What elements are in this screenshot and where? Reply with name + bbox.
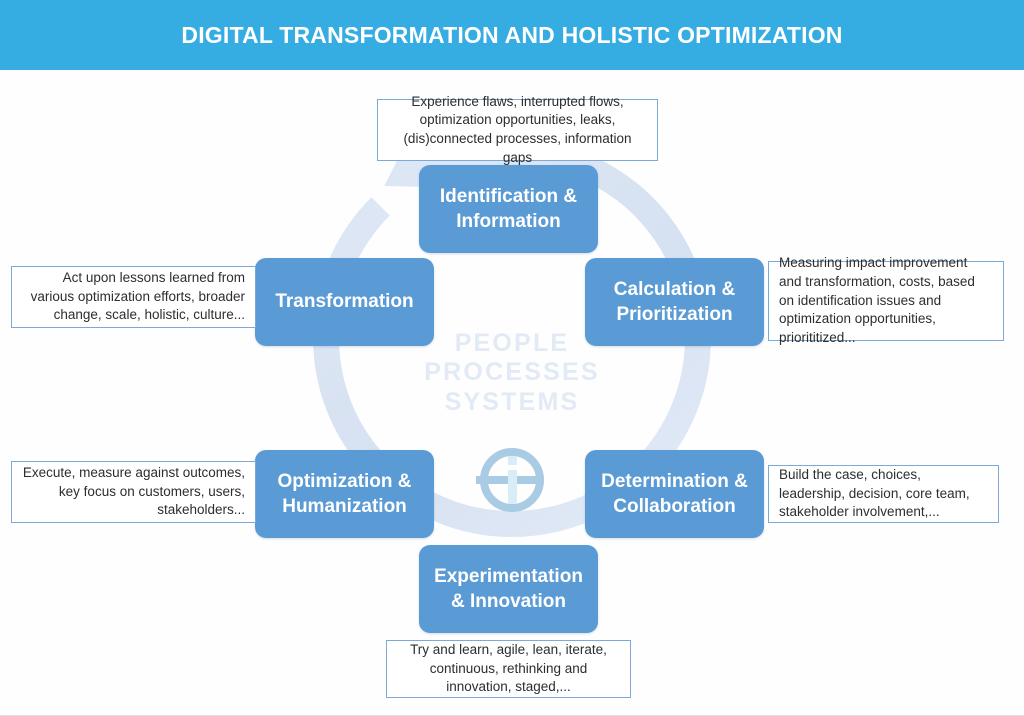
stage-label: Transformation <box>275 291 414 313</box>
description-box-experimentation: Try and learn, agile, lean, iterate, con… <box>386 640 631 698</box>
diagram-page: DIGITAL TRANSFORMATION AND HOLISTIC OPTI… <box>0 0 1024 716</box>
stage-label: Experimentation & Innovation <box>434 565 583 612</box>
description-text: Build the case, choices, leadership, dec… <box>779 467 970 520</box>
stage-box-determination[interactable]: Determination & Collaboration <box>585 450 764 538</box>
description-text: Measuring impact improvement and transfo… <box>779 255 975 345</box>
stage-label: Optimization & Humanization <box>277 470 412 517</box>
ig-circle-logo <box>472 440 552 520</box>
description-text: Execute, measure against outcomes, key f… <box>22 465 245 518</box>
description-text: Act upon lessons learned from various op… <box>30 270 245 323</box>
page-title: DIGITAL TRANSFORMATION AND HOLISTIC OPTI… <box>181 21 843 48</box>
description-box-transformation: Act upon lessons learned from various op… <box>11 266 256 328</box>
stage-box-transformation[interactable]: Transformation <box>255 258 434 346</box>
description-box-optimization: Execute, measure against outcomes, key f… <box>11 461 256 523</box>
stage-label: Determination & Collaboration <box>601 470 748 517</box>
stage-label: Calculation & Prioritization <box>613 278 736 325</box>
stage-box-identification[interactable]: Identification & Information <box>419 165 598 253</box>
stage-box-calculation[interactable]: Calculation & Prioritization <box>585 258 764 346</box>
description-box-calculation: Measuring impact improvement and transfo… <box>768 255 1004 345</box>
description-box-identification: Experience flaws, interrupted flows, opt… <box>377 94 658 165</box>
center-word-processes: PROCESSES <box>424 358 600 386</box>
stage-label: Identification & Information <box>439 185 578 232</box>
description-text: Try and learn, agile, lean, iterate, con… <box>410 642 607 695</box>
center-word-systems: SYSTEMS <box>444 388 580 416</box>
description-box-determination: Build the case, choices, leadership, dec… <box>768 465 999 523</box>
description-text: Experience flaws, interrupted flows, opt… <box>403 93 632 165</box>
stage-box-optimization[interactable]: Optimization & Humanization <box>255 450 434 538</box>
stage-box-experimentation[interactable]: Experimentation & Innovation <box>419 545 598 633</box>
